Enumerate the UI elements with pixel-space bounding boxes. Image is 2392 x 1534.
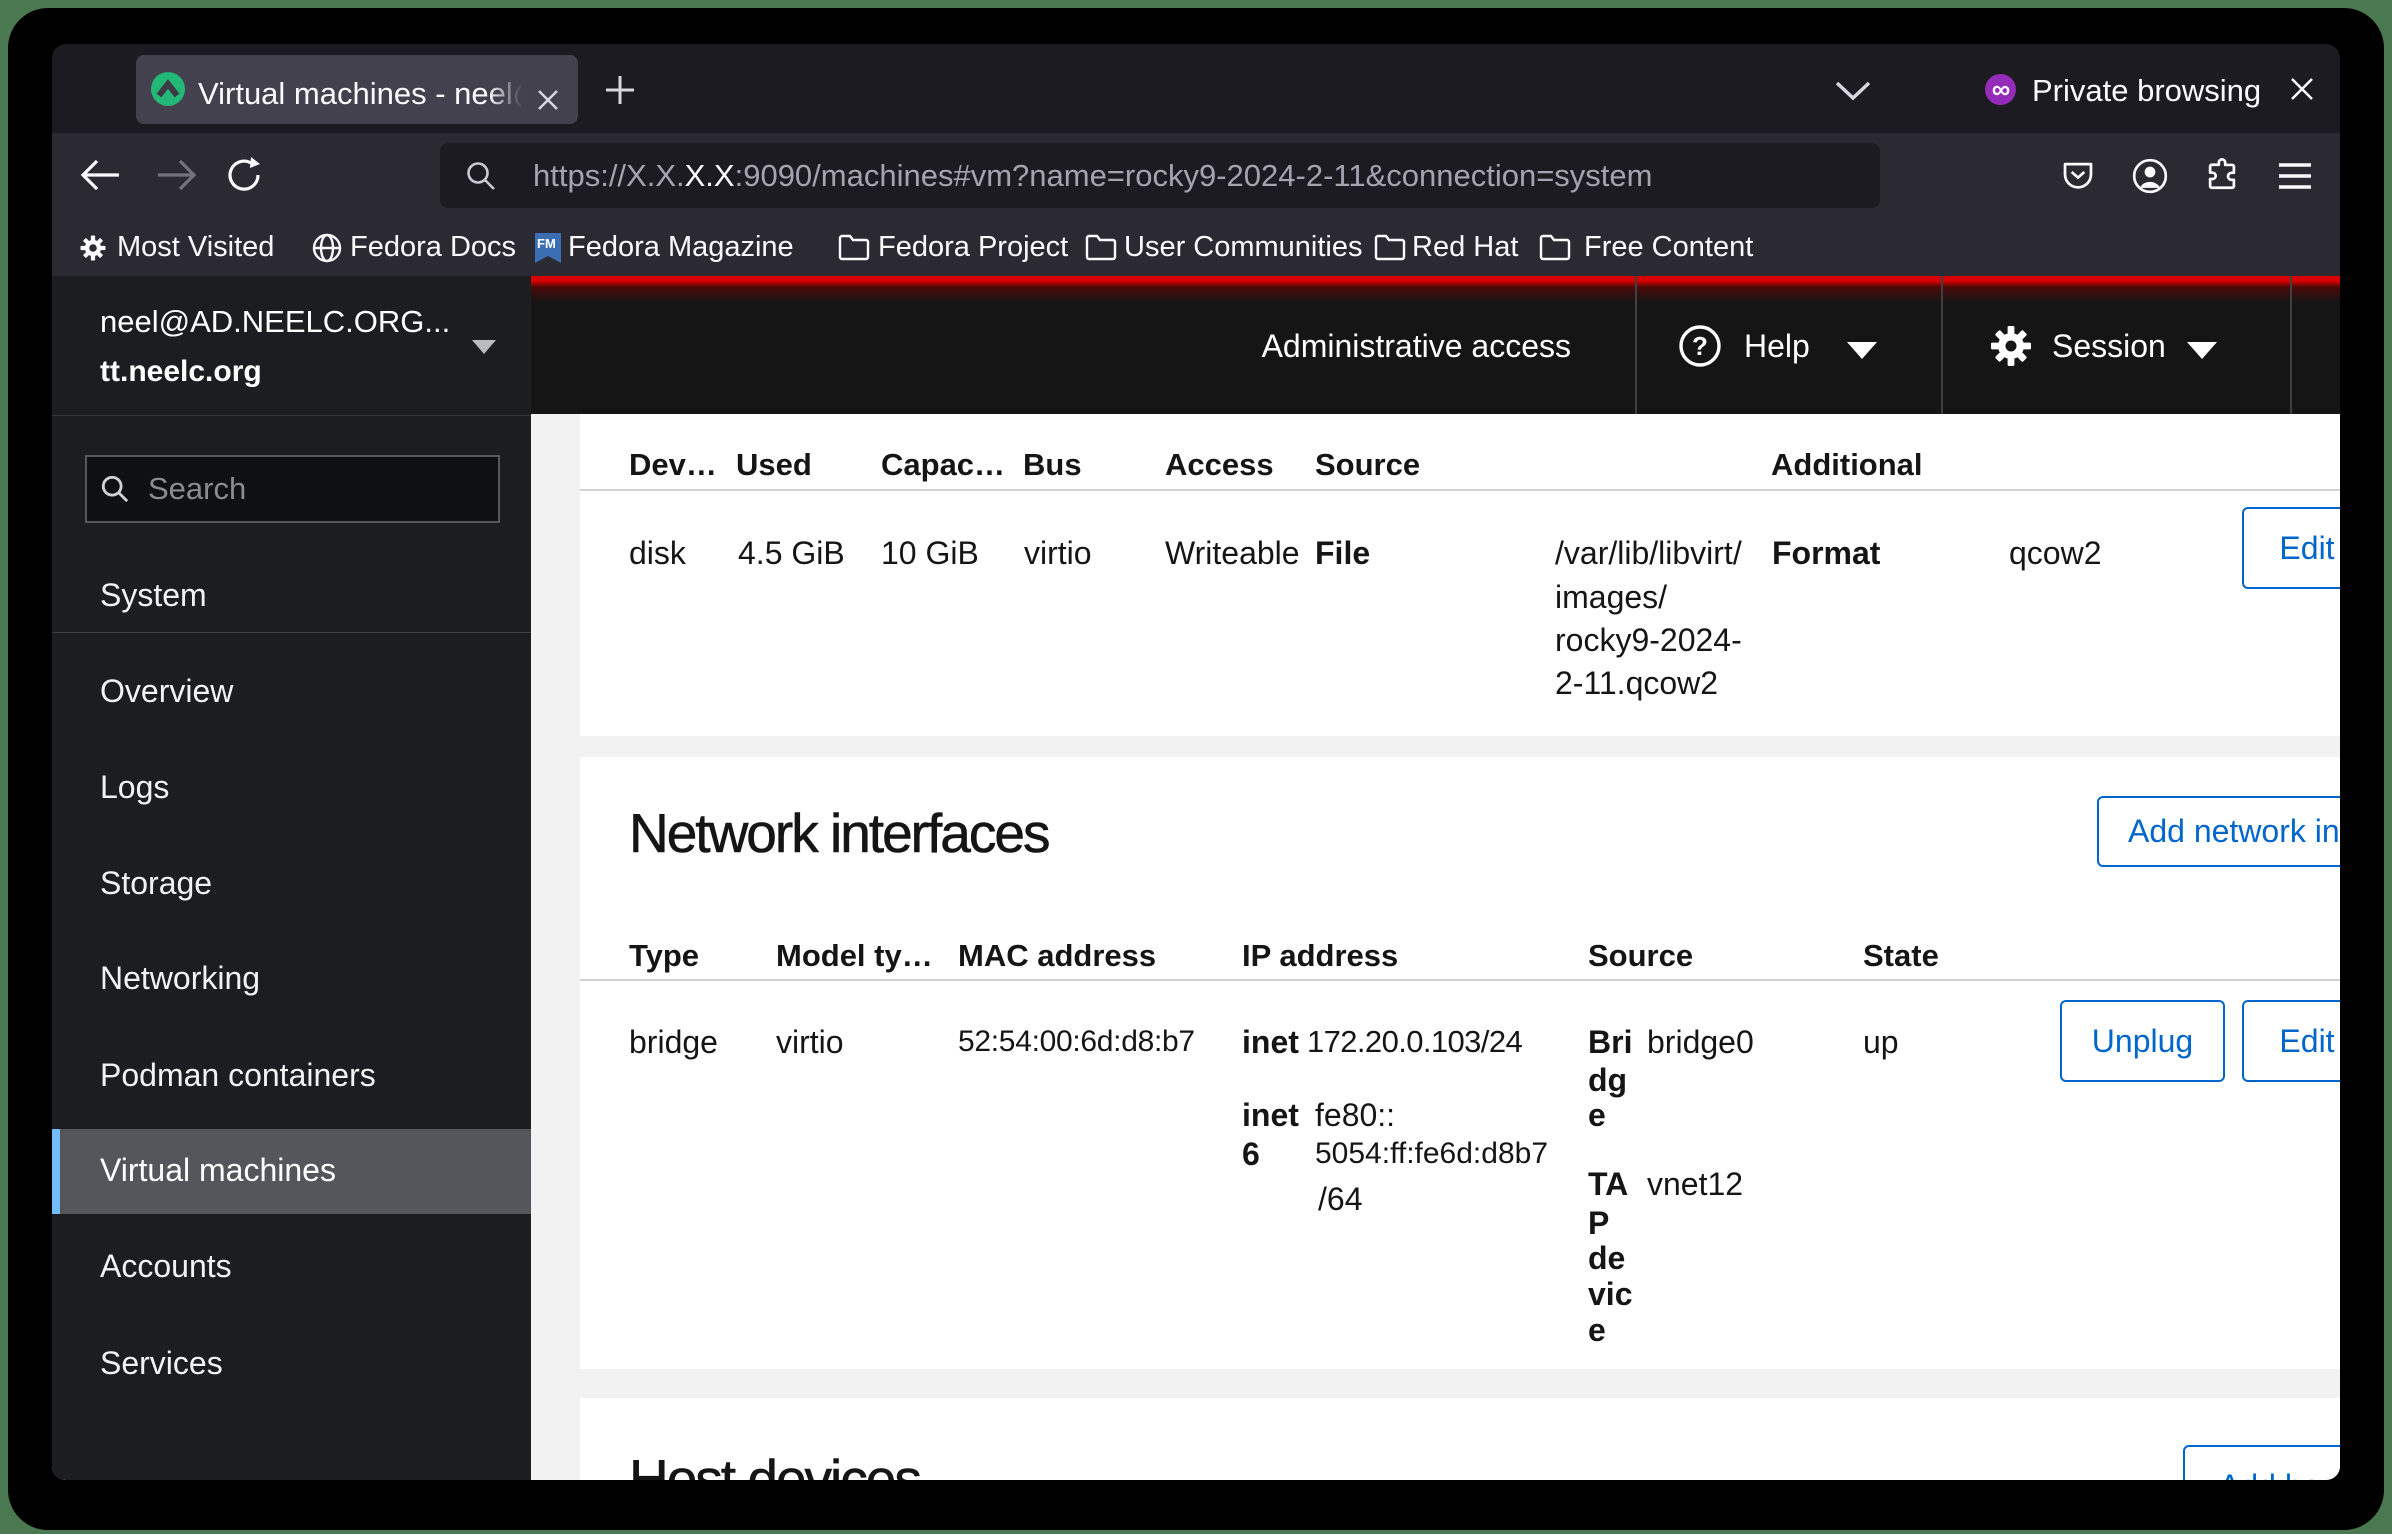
svg-text:?: ? <box>1692 331 1708 361</box>
svg-text:FM: FM <box>537 236 556 251</box>
